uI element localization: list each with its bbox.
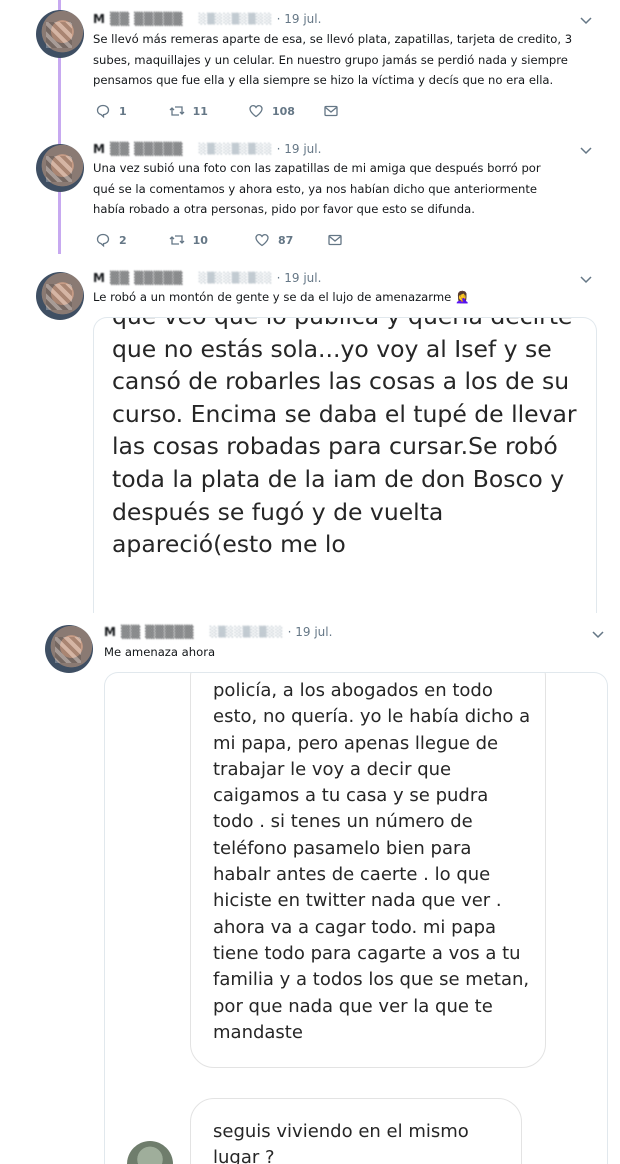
chevron-down-icon[interactable] xyxy=(580,273,592,285)
chevron-down-icon[interactable] xyxy=(592,628,604,640)
avatar[interactable] xyxy=(36,10,84,58)
tweet-header: M ▒▒ ▒▒▒▒▒ ░▒░░▒░▒░░ · 19 jul. xyxy=(93,11,321,27)
avatar[interactable] xyxy=(36,272,84,320)
message-button[interactable] xyxy=(327,232,343,248)
tweet-date[interactable]: · 19 jul. xyxy=(277,142,322,156)
tweet-image[interactable]: que veo que lo publica y quería decirte … xyxy=(93,317,597,613)
message-text: seguis viviendo en el mismo lugar ? xyxy=(213,1121,469,1164)
tweet-text: Una vez subió una foto con las zapatilla… xyxy=(93,161,541,216)
contact-avatar xyxy=(127,1141,173,1164)
avatar[interactable] xyxy=(36,144,84,192)
like-button[interactable]: 87 xyxy=(254,232,293,248)
tweet-header: M ▒▒ ▒▒▒▒▒ ░▒░░▒░▒░░ · 19 jul. xyxy=(104,624,332,640)
tweet-date[interactable]: · 19 jul. xyxy=(288,625,333,639)
message-bubble: seguis viviendo en el mismo lugar ? xyxy=(190,1098,522,1164)
envelope-icon xyxy=(324,105,338,117)
retweet-count: 10 xyxy=(192,233,208,247)
avatar[interactable] xyxy=(45,625,93,673)
envelope-icon xyxy=(328,234,342,246)
tweet-date[interactable]: · 19 jul. xyxy=(277,12,322,26)
tweet-date[interactable]: · 19 jul. xyxy=(277,271,322,285)
heart-icon xyxy=(249,104,263,118)
tweet-text: Le robó a un montón de gente y se da el … xyxy=(93,290,470,304)
username[interactable]: ░▒░░▒░▒░░ xyxy=(199,273,273,284)
username[interactable]: ░▒░░▒░▒░░ xyxy=(199,144,273,155)
reply-count: 1 xyxy=(119,104,127,118)
tweet-text: Me amenaza ahora xyxy=(104,645,216,659)
retweet-button[interactable]: 10 xyxy=(169,232,208,248)
reply-icon xyxy=(96,104,110,119)
display-name[interactable]: M ▒▒ ▒▒▒▒▒ xyxy=(104,625,194,639)
reply-count: 2 xyxy=(119,233,127,247)
message-bubble: policía, a los abogados en todo esto, no… xyxy=(190,673,546,1068)
retweet-count: 11 xyxy=(192,104,208,118)
tweet-image[interactable]: policía, a los abogados en todo esto, no… xyxy=(104,672,608,1164)
tweet-text: Se llevó más remeras aparte de esa, se l… xyxy=(93,32,573,87)
retweet-button[interactable]: 11 xyxy=(169,103,208,119)
reply-icon xyxy=(96,233,110,248)
reply-button[interactable]: 2 xyxy=(95,232,127,248)
display-name[interactable]: M ▒▒ ▒▒▒▒▒ xyxy=(93,12,183,26)
reply-button[interactable]: 1 xyxy=(95,103,127,119)
username[interactable]: ░▒░░▒░▒░░ xyxy=(199,14,273,25)
retweet-icon xyxy=(169,235,185,245)
display-name[interactable]: M ▒▒ ▒▒▒▒▒ xyxy=(93,271,183,285)
screenshot-text: que veo que lo publica y quería decirte … xyxy=(112,318,577,559)
tweet-header: M ▒▒ ▒▒▒▒▒ ░▒░░▒░▒░░ · 19 jul. xyxy=(93,270,321,286)
tweet-actions: 1 11 108 xyxy=(95,101,339,121)
message-text: policía, a los abogados en todo esto, no… xyxy=(213,680,531,1043)
message-button[interactable] xyxy=(323,103,339,119)
retweet-icon xyxy=(169,106,185,116)
tweet-actions: 2 10 87 xyxy=(95,230,343,250)
like-button[interactable]: 108 xyxy=(248,103,295,119)
display-name[interactable]: M ▒▒ ▒▒▒▒▒ xyxy=(93,142,183,156)
chevron-down-icon[interactable] xyxy=(580,144,592,156)
heart-icon xyxy=(255,233,269,247)
username[interactable]: ░▒░░▒░▒░░ xyxy=(210,627,284,638)
chevron-down-icon[interactable] xyxy=(580,14,592,26)
like-count: 108 xyxy=(271,104,295,118)
tweet-header: M ▒▒ ▒▒▒▒▒ ░▒░░▒░▒░░ · 19 jul. xyxy=(93,141,321,157)
like-count: 87 xyxy=(277,233,294,247)
